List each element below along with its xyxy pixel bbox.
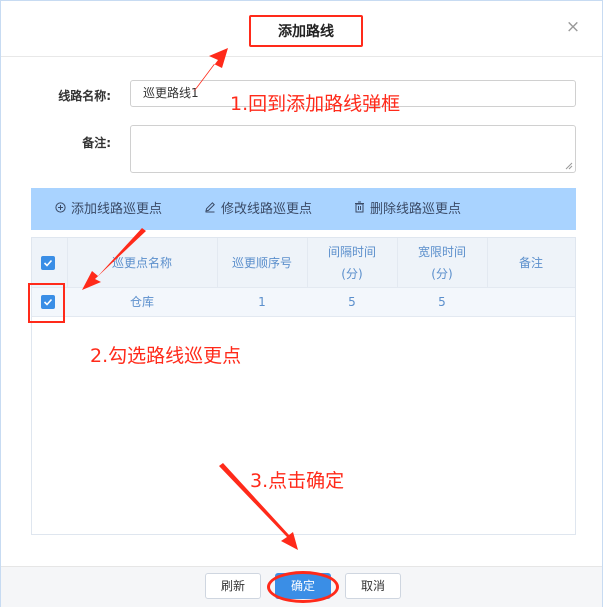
arrow-to-ok-icon bbox=[219, 463, 298, 550]
arrow-to-checkbox-icon bbox=[82, 228, 146, 290]
arrow-to-title-icon bbox=[193, 48, 228, 92]
annotation-arrows bbox=[82, 48, 298, 550]
